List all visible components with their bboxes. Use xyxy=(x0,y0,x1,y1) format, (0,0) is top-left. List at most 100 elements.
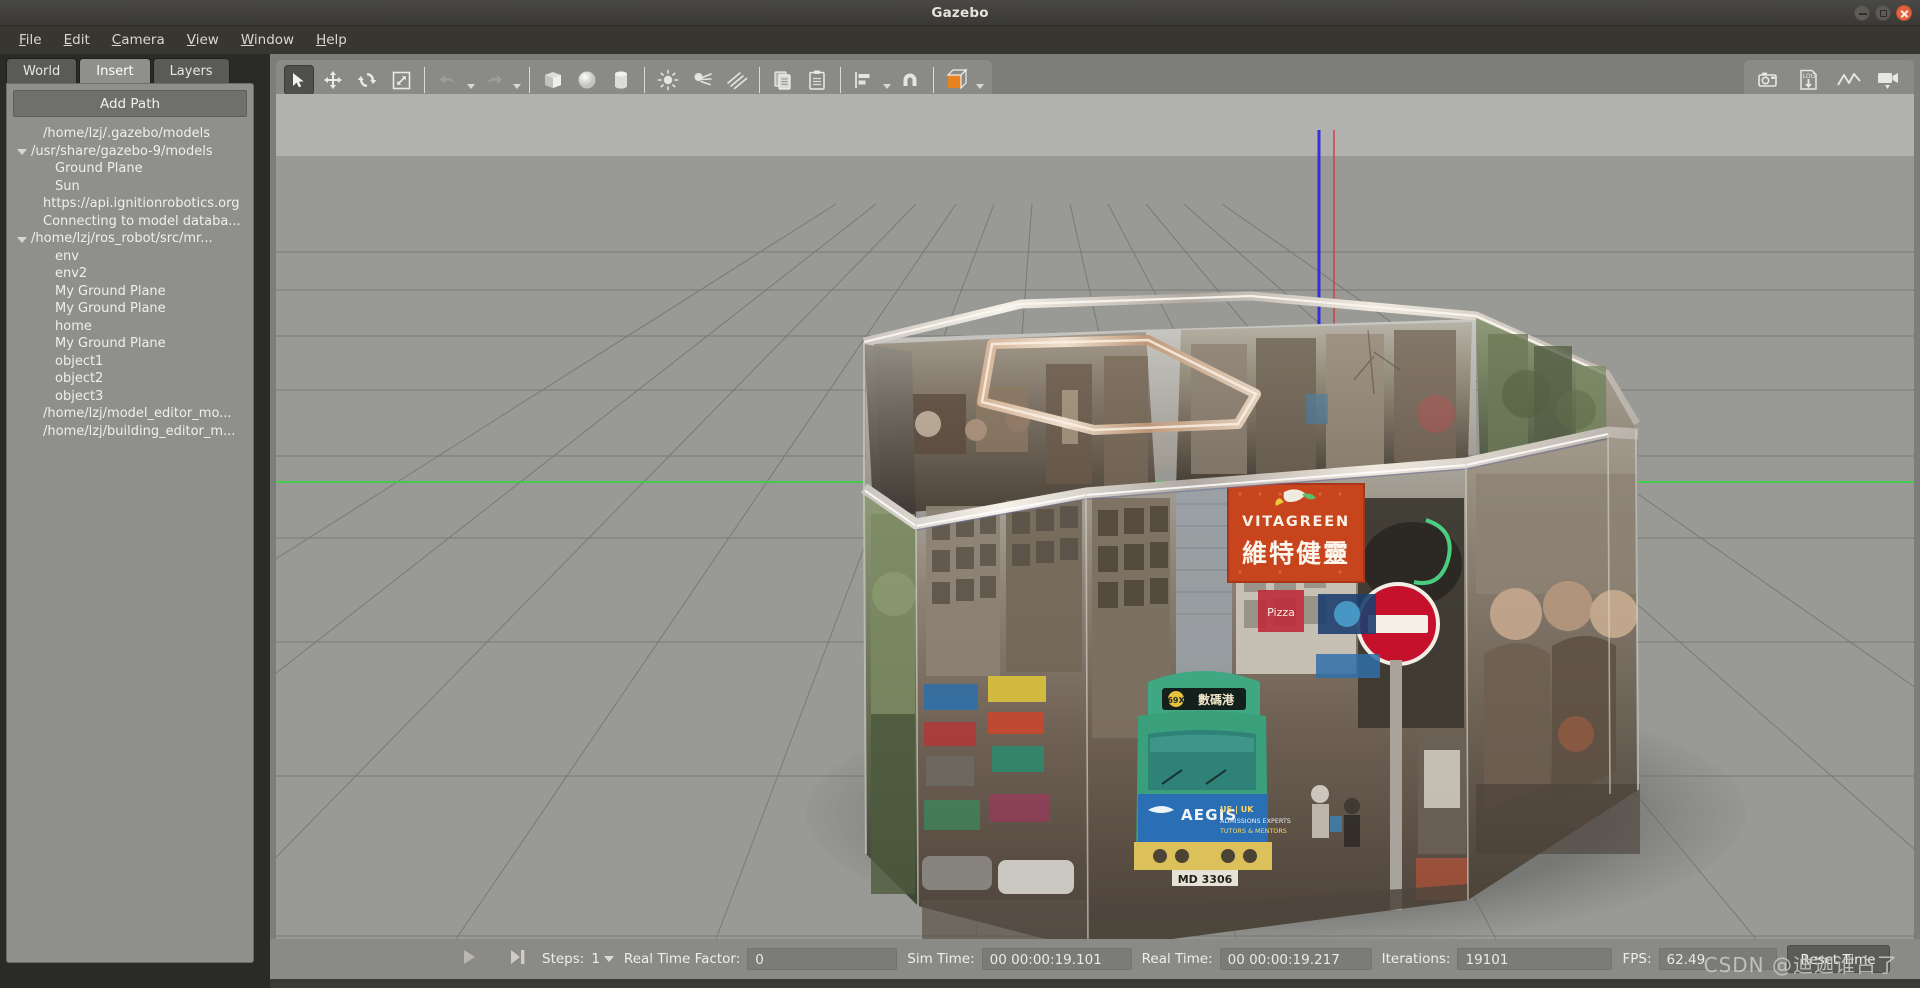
align-icon[interactable] xyxy=(849,65,879,95)
tree-item[interactable]: /home/lzj/ros_robot/src/mr... xyxy=(7,230,253,248)
tree-item[interactable]: My Ground Plane xyxy=(7,300,253,318)
tree-item-label: https://api.ignitionrobotics.org xyxy=(43,196,240,212)
snap-magnet-icon[interactable] xyxy=(895,65,925,95)
toolbar-separator-5 xyxy=(840,67,841,93)
plot-line-icon[interactable] xyxy=(1834,65,1864,95)
tree-item[interactable]: object3 xyxy=(7,388,253,406)
status-bar-footer xyxy=(270,979,1920,988)
svg-text:ADMISSIONS EXPERTS: ADMISSIONS EXPERTS xyxy=(1220,817,1291,825)
chevron-down-icon[interactable] xyxy=(15,232,29,246)
tab-insert[interactable]: Insert xyxy=(79,58,151,83)
tree-item[interactable]: /usr/share/gazebo-9/models xyxy=(7,143,253,161)
real-time-factor-value: 0 xyxy=(747,948,898,970)
minimize-icon[interactable] xyxy=(1854,5,1870,21)
tree-item[interactable]: /home/lzj/model_editor_mo... xyxy=(7,405,253,423)
tree-item[interactable]: Ground Plane xyxy=(7,160,253,178)
menu-view[interactable]: View xyxy=(176,29,230,51)
align-dropdown-icon[interactable] xyxy=(881,65,893,95)
svg-text:LOG: LOG xyxy=(1803,73,1816,80)
tree-item[interactable]: https://api.ignitionrobotics.org xyxy=(7,195,253,213)
menu-window[interactable]: Window xyxy=(230,29,305,51)
box-icon[interactable] xyxy=(538,65,568,95)
iterations-label: Iterations: xyxy=(1381,951,1451,967)
tree-item[interactable]: home xyxy=(7,318,253,336)
main-area: LOG VITAGREEN 維特健靈 Pizza 69X 數碼港 AEGIS U… xyxy=(270,54,1920,988)
directional-light-icon[interactable] xyxy=(721,65,751,95)
svg-text:維特健靈: 維特健靈 xyxy=(1242,539,1350,568)
maximize-icon[interactable] xyxy=(1875,5,1891,21)
view-angle-dropdown-icon[interactable] xyxy=(974,65,986,95)
svg-text:Pizza: Pizza xyxy=(1267,606,1295,619)
menu-camera[interactable]: Camera xyxy=(101,29,176,51)
csdn-watermark: CSDN @迪迦谁占了 xyxy=(1703,953,1898,977)
tree-item[interactable]: My Ground Plane xyxy=(7,283,253,301)
steps-value[interactable]: 1 xyxy=(591,951,600,967)
tree-item[interactable]: object1 xyxy=(7,353,253,371)
chevron-down-icon[interactable] xyxy=(15,144,29,158)
tree-item-label: /home/lzj/.gazebo/models xyxy=(43,126,211,142)
tree-item[interactable]: /home/lzj/.gazebo/models xyxy=(7,125,253,143)
svg-text:VITAGREEN: VITAGREEN xyxy=(1242,514,1350,530)
menu-help[interactable]: Help xyxy=(305,29,358,51)
sim-time-value: 00 00:00:19.101 xyxy=(981,948,1132,970)
real-time-label: Real Time: xyxy=(1141,951,1213,967)
tree-item-label: env xyxy=(55,248,79,264)
translate-icon[interactable] xyxy=(318,65,348,95)
select-arrow-icon[interactable] xyxy=(284,65,314,95)
tree-item[interactable]: env2 xyxy=(7,265,253,283)
fps-label: FPS: xyxy=(1622,951,1652,967)
undo-dropdown-icon[interactable] xyxy=(465,65,477,95)
video-record-icon[interactable] xyxy=(1874,65,1904,95)
3d-viewport[interactable]: VITAGREEN 維特健靈 Pizza 69X 數碼港 AEGIS US | … xyxy=(276,94,1914,939)
menu-edit[interactable]: Edit xyxy=(53,29,101,51)
tree-item[interactable]: Sun xyxy=(7,178,253,196)
screenshot-camera-icon[interactable] xyxy=(1754,65,1784,95)
add-path-button[interactable]: Add Path xyxy=(13,90,247,117)
play-icon[interactable] xyxy=(460,947,478,971)
tab-world[interactable]: World xyxy=(6,58,78,83)
close-icon[interactable] xyxy=(1896,5,1912,21)
tree-item-label: object2 xyxy=(55,371,104,387)
tree-item[interactable]: object2 xyxy=(7,370,253,388)
tree-item-label: home xyxy=(55,318,92,334)
step-forward-icon[interactable] xyxy=(508,947,526,971)
window-title: Gazebo xyxy=(931,5,989,21)
tree-item[interactable]: /home/lzj/building_editor_m... xyxy=(7,423,253,441)
paste-icon[interactable] xyxy=(802,65,832,95)
spot-light-icon[interactable] xyxy=(687,65,717,95)
undo-icon[interactable] xyxy=(433,65,463,95)
log-download-icon[interactable]: LOG xyxy=(1794,65,1824,95)
tree-item[interactable]: My Ground Plane xyxy=(7,335,253,353)
redo-icon[interactable] xyxy=(479,65,509,95)
tab-layers[interactable]: Layers xyxy=(152,58,230,83)
real-time-factor-label: Real Time Factor: xyxy=(623,951,741,967)
tree-item[interactable]: Connecting to model databa... xyxy=(7,213,253,231)
point-light-icon[interactable] xyxy=(653,65,683,95)
tree-item[interactable]: env xyxy=(7,248,253,266)
tree-item-label: /usr/share/gazebo-9/models xyxy=(31,143,213,159)
panel-tabs: World Insert Layers xyxy=(6,58,230,83)
view-angle-cube-icon[interactable] xyxy=(942,65,972,95)
tree-item-label: My Ground Plane xyxy=(55,283,166,299)
cylinder-icon[interactable] xyxy=(606,65,636,95)
menu-file[interactable]: File xyxy=(8,29,53,51)
copy-icon[interactable] xyxy=(768,65,798,95)
scale-icon[interactable] xyxy=(386,65,416,95)
sphere-icon[interactable] xyxy=(572,65,602,95)
rotate-icon[interactable] xyxy=(352,65,382,95)
tree-item-label: My Ground Plane xyxy=(55,301,166,317)
redo-dropdown-icon[interactable] xyxy=(511,65,523,95)
panoramic-octagon-model: VITAGREEN 維特健靈 Pizza 69X 數碼港 AEGIS US | … xyxy=(860,291,1640,939)
steps-spinner-icon[interactable] xyxy=(603,956,614,962)
